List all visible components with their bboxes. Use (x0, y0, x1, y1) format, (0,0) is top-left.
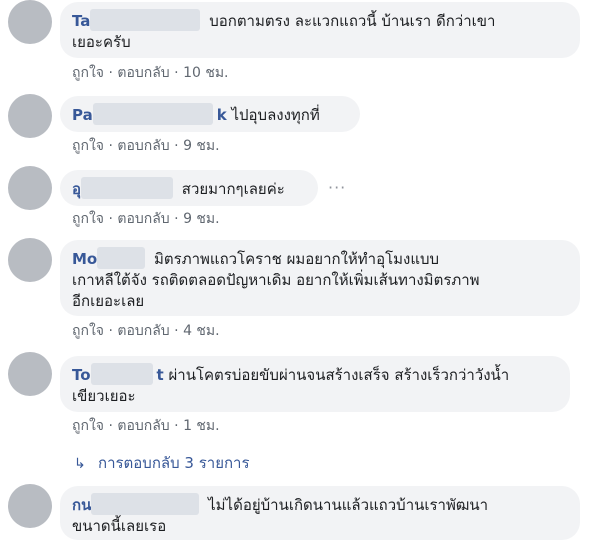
comment-text-line2: ขนาดนี้เลยเรอ (72, 517, 167, 535)
commenter-name-tail[interactable]: k (217, 106, 227, 124)
comment-bubble: อุ สวยมากๆเลยค่ะ (60, 170, 318, 206)
timestamp[interactable]: 1 ชม. (183, 418, 220, 434)
more-options-icon[interactable]: ··· (328, 178, 346, 197)
comment-bubble: To t ผ่านโคตรบ่อยขับผ่านจนสร้างเสร็จ สร้า… (60, 356, 570, 412)
redacted-name (97, 247, 146, 269)
like-link[interactable]: ถูกใจ (72, 418, 104, 434)
comment-text-line1: ไม่ได้อยู่บ้านเกิดนานแล้วแถวบ้านเราพัฒนา (208, 496, 489, 514)
redacted-name (81, 177, 174, 199)
comment-bubble: Mo มิตรภาพแถวโคราช ผมอยากให้ทำอุโมงแบบ เ… (60, 240, 580, 316)
avatar[interactable] (8, 484, 52, 528)
like-link[interactable]: ถูกใจ (72, 211, 104, 227)
comment-actions: ถูกใจ · ตอบกลับ · 10 ชม. (72, 65, 229, 81)
redacted-name (92, 103, 213, 125)
like-link[interactable]: ถูกใจ (72, 323, 104, 339)
like-link[interactable]: ถูกใจ (72, 65, 104, 81)
commenter-name[interactable]: Ta (72, 12, 90, 30)
view-replies-label[interactable]: การตอบกลับ 3 รายการ (98, 454, 250, 472)
comment-bubble: กน ไม่ได้อยู่บ้านเกิดนานแล้วแถวบ้านเราพั… (60, 486, 580, 540)
comment-bubble: Pa k ไปอุบลงงทุกที่ (60, 96, 360, 132)
comment-text-line1: ไปอุบลงงทุกที่ (231, 106, 320, 124)
commenter-name[interactable]: อุ (72, 180, 81, 198)
reply-link[interactable]: ตอบกลับ (117, 138, 169, 154)
avatar[interactable] (8, 238, 52, 282)
comment-text-line1: สวยมากๆเลยค่ะ (181, 180, 285, 198)
commenter-name[interactable]: กน (72, 496, 91, 514)
timestamp[interactable]: 10 ชม. (183, 65, 228, 81)
view-replies-link[interactable]: ↳ การตอบกลับ 3 รายการ (74, 453, 250, 474)
redacted-name (90, 363, 153, 385)
avatar[interactable] (8, 94, 52, 138)
redacted-name (91, 493, 200, 515)
comment-text-line2: เกาหลีใต้จัง รถติดตลอดปัญหาเดิม อยากให้เ… (72, 271, 480, 289)
commenter-name[interactable]: Pa (72, 106, 93, 124)
comment-text-line2: เยอะครับ (72, 33, 131, 51)
reply-link[interactable]: ตอบกลับ (117, 211, 169, 227)
reply-link[interactable]: ตอบกลับ (117, 418, 169, 434)
comment-bubble: Ta บอกตามตรง ละแวกแถวนี้ บ้านเรา ดีกว่าเ… (60, 2, 580, 58)
reply-arrow-icon: ↳ (74, 456, 86, 472)
timestamp[interactable]: 9 ชม. (183, 211, 220, 227)
comment-text-line3: อีกเยอะเลย (72, 292, 145, 310)
commenter-name-tail[interactable]: t (157, 366, 164, 384)
avatar[interactable] (8, 352, 52, 396)
comment-text-line1: บอกตามตรง ละแวกแถวนี้ บ้านเรา ดีกว่าเขา (209, 12, 496, 30)
timestamp[interactable]: 4 ชม. (183, 323, 220, 339)
commenter-name[interactable]: To (72, 366, 91, 384)
comment-actions: ถูกใจ · ตอบกลับ · 9 ชม. (72, 138, 220, 154)
comment-actions: ถูกใจ · ตอบกลับ · 9 ชม. (72, 211, 220, 227)
avatar[interactable] (8, 166, 52, 210)
comment-actions: ถูกใจ · ตอบกลับ · 1 ชม. (72, 418, 220, 434)
reply-link[interactable]: ตอบกลับ (117, 323, 169, 339)
avatar[interactable] (8, 0, 52, 44)
comment-text-line1: ผ่านโคตรบ่อยขับผ่านจนสร้างเสร็จ สร้างเร็… (168, 366, 510, 384)
comment-actions: ถูกใจ · ตอบกลับ · 4 ชม. (72, 323, 220, 339)
commenter-name[interactable]: Mo (72, 250, 97, 268)
reply-link[interactable]: ตอบกลับ (117, 65, 169, 81)
timestamp[interactable]: 9 ชม. (183, 138, 220, 154)
redacted-name (90, 9, 201, 31)
comment-text-line1: มิตรภาพแถวโคราช ผมอยากให้ทำอุโมงแบบ (154, 250, 440, 268)
like-link[interactable]: ถูกใจ (72, 138, 104, 154)
comment-text-line2: เขียวเยอะ (72, 387, 136, 405)
